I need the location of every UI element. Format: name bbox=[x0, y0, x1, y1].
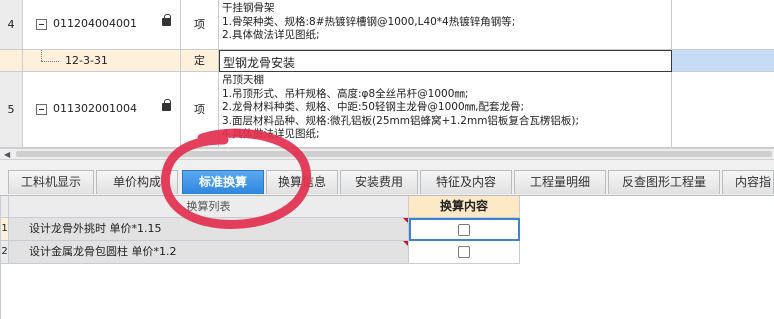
row-number: 2 bbox=[1, 241, 9, 264]
extra-cell[interactable] bbox=[672, 50, 774, 72]
item-code: 12-3-31 bbox=[65, 54, 108, 67]
scrollbar-thumb[interactable] bbox=[16, 151, 772, 157]
description-cell[interactable]: 干挂钢骨架 1.骨架种类、规格:8#热镀锌槽钢@1000,L40*4热镀锌角钢等… bbox=[219, 0, 672, 50]
annotation-circle bbox=[160, 128, 311, 229]
tab-features[interactable]: 特征及内容 bbox=[420, 170, 512, 194]
description-input[interactable]: 型钢龙骨安装 bbox=[219, 50, 672, 72]
tab-content-index[interactable]: 内容指 bbox=[722, 170, 774, 194]
horizontal-scrollbar[interactable]: ◀ bbox=[0, 148, 774, 160]
row-number bbox=[0, 50, 23, 72]
comment-marker-icon bbox=[403, 218, 408, 223]
extra-cell[interactable] bbox=[672, 0, 774, 50]
type-cell[interactable]: 项 bbox=[181, 0, 219, 50]
tree-connector bbox=[41, 50, 43, 61]
collapse-toggle-icon[interactable] bbox=[36, 19, 47, 30]
code-cell[interactable]: 12-3-31 bbox=[23, 50, 181, 72]
lock-shackle bbox=[164, 14, 171, 20]
lock-shackle bbox=[164, 99, 171, 105]
conversion-checkbox[interactable] bbox=[458, 246, 470, 258]
row-number: 4 bbox=[0, 0, 23, 50]
upper-grid: 4 011204004001 项 干挂钢骨架 1.骨架种类、规格:8#热镀锌槽钢… bbox=[0, 0, 774, 148]
tree-connector bbox=[41, 61, 59, 63]
item-code: 011204004001 bbox=[53, 17, 137, 30]
scroll-left-arrow-icon[interactable]: ◀ bbox=[4, 149, 10, 160]
item-code: 011302001004 bbox=[53, 102, 137, 115]
panel-left-border bbox=[0, 266, 1, 319]
comment-marker-icon bbox=[403, 241, 408, 246]
tab-quantity-detail[interactable]: 工程量明细 bbox=[514, 170, 606, 194]
collapse-toggle-icon[interactable] bbox=[36, 104, 47, 115]
conversion-item-label: 设计金属龙骨包圆柱 单价*1.2 bbox=[9, 241, 409, 264]
conversion-checkbox-cell[interactable] bbox=[409, 218, 520, 241]
tab-graphic-quantity[interactable]: 反查图形工程量 bbox=[608, 170, 720, 194]
conversion-checkbox[interactable] bbox=[458, 224, 470, 236]
tab-labor-material[interactable]: 工料机显示 bbox=[8, 170, 94, 194]
code-cell[interactable]: 011204004001 bbox=[23, 0, 181, 50]
type-cell[interactable]: 定 bbox=[181, 50, 219, 72]
conversion-checkbox-cell[interactable] bbox=[409, 241, 520, 264]
row-number: 5 bbox=[0, 72, 23, 148]
tab-installation-fee[interactable]: 安装费用 bbox=[340, 170, 418, 194]
extra-cell[interactable] bbox=[672, 72, 774, 148]
row-number: 1 bbox=[1, 218, 9, 241]
column-header-conversion-content: 换算内容 bbox=[409, 196, 520, 218]
header-corner bbox=[1, 196, 9, 218]
